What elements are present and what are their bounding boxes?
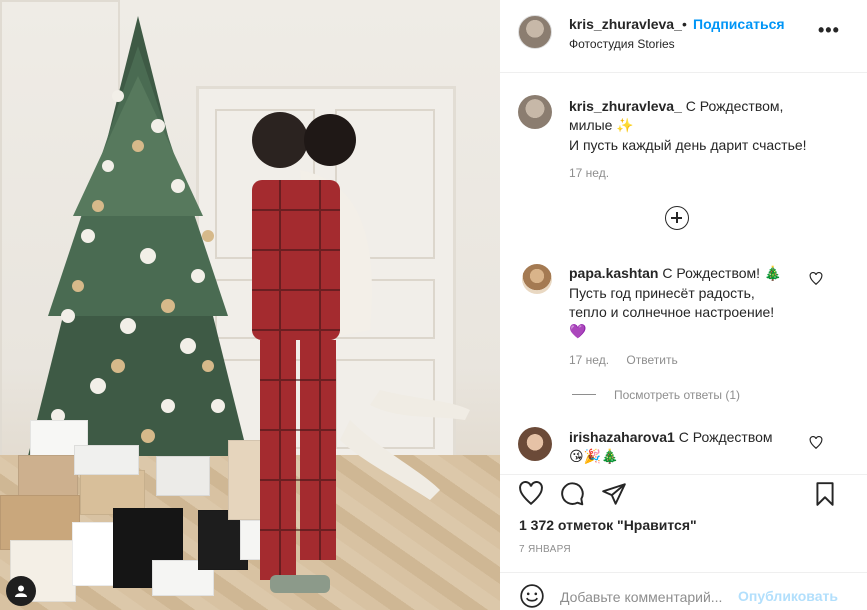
gift-box — [156, 456, 210, 496]
location-link[interactable]: Фотостудия Stories — [569, 37, 675, 51]
tagged-user-icon[interactable] — [6, 576, 36, 606]
christmas-tree — [28, 16, 248, 456]
more-options-icon[interactable]: ••• — [818, 20, 840, 41]
header-separator: • — [682, 16, 687, 32]
comment-input[interactable] — [560, 585, 740, 609]
replies-line — [572, 394, 596, 395]
gift-box — [18, 455, 78, 500]
heart-icon[interactable] — [518, 481, 544, 507]
caption-author-avatar[interactable] — [518, 95, 552, 129]
caption-line-1: С Рождеством, — [681, 98, 784, 114]
comment-like-heart-icon[interactable] — [809, 436, 823, 450]
comment-icon[interactable] — [559, 481, 585, 507]
post-date[interactable]: 7 ЯНВАРЯ — [519, 544, 571, 555]
tree-emoji: 🎄 — [763, 266, 782, 282]
comment-box-divider — [500, 572, 867, 573]
couple-figure — [252, 112, 470, 593]
author-avatar[interactable] — [518, 15, 552, 49]
caption-username[interactable]: kris_zhuravleva_ — [569, 98, 682, 114]
emoji-group: 😘🎉🎄 — [569, 449, 619, 465]
comment-text: papa.kashtan С Рождеством! 🎄 Пусть год п… — [569, 264, 819, 342]
comment-line-1: С Рождеством! — [658, 265, 764, 281]
gift-box — [74, 445, 139, 475]
plus-circle-icon[interactable] — [665, 206, 689, 230]
emoji-icon[interactable] — [519, 583, 545, 609]
reply-link[interactable]: Ответить — [626, 353, 677, 367]
comment-username[interactable]: irishazaharova1 — [569, 429, 675, 445]
comment-username[interactable]: papa.kashtan — [569, 265, 658, 281]
actions-divider — [500, 474, 867, 475]
comment-meta: 17 нед. Ответить — [569, 353, 678, 367]
share-icon[interactable] — [601, 481, 627, 507]
gift-box — [72, 522, 116, 586]
comment-line-2: Пусть год принесёт радость, — [569, 285, 755, 301]
comment-timestamp[interactable]: 17 нед. — [569, 353, 609, 367]
publish-button[interactable]: Опубликовать — [738, 588, 838, 604]
commenter-avatar[interactable] — [518, 427, 552, 461]
bookmark-icon[interactable] — [812, 481, 838, 507]
follow-button[interactable]: Подписаться — [693, 16, 785, 32]
view-replies-link[interactable]: Посмотреть ответы (1) — [614, 388, 740, 402]
caption-line-3: И пусть каждый день дарит счастье! — [569, 137, 807, 153]
comment-text: irishazaharova1 С Рождеством 😘🎉🎄 — [569, 428, 819, 467]
commenter-avatar[interactable] — [522, 264, 552, 294]
comment-like-heart-icon[interactable] — [809, 272, 823, 286]
post-header: kris_zhuravleva_ • Подписаться Фотостуди… — [500, 0, 867, 62]
comment-line-3: тепло и солнечное настроение! — [569, 304, 775, 320]
author-username[interactable]: kris_zhuravleva_ — [569, 16, 682, 32]
post-side-panel: kris_zhuravleva_ • Подписаться Фотостуди… — [500, 0, 867, 610]
purple-heart-emoji: 💜 — [569, 324, 587, 340]
header-divider — [500, 72, 867, 73]
likes-count[interactable]: 1 372 отметок "Нравится" — [519, 517, 697, 533]
sparkles-emoji: ✨ — [616, 118, 634, 134]
caption-line-2: милые — [569, 117, 617, 133]
post-photo[interactable] — [0, 0, 500, 610]
caption-text: kris_zhuravleva_ С Рождеством, милые ✨ И… — [569, 97, 854, 155]
comment-line-1: С Рождеством — [674, 429, 773, 445]
caption-timestamp[interactable]: 17 нед. — [569, 166, 609, 180]
